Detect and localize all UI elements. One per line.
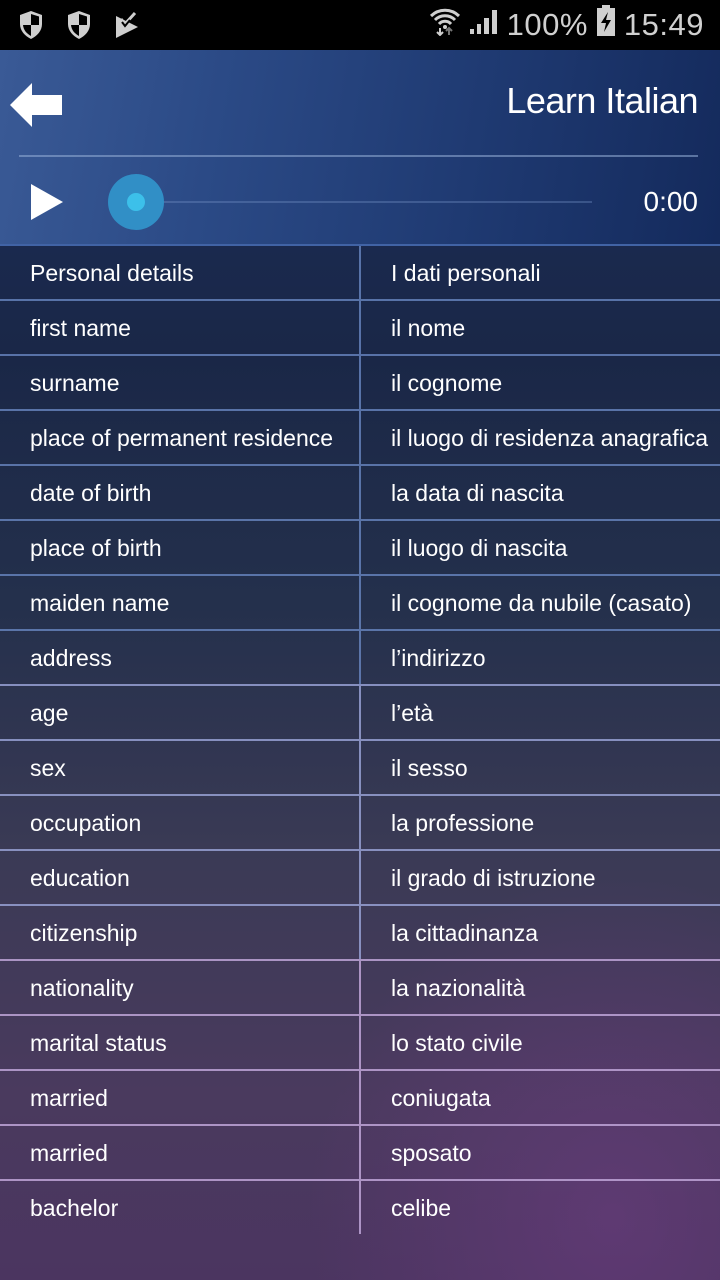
phrase-english: maiden name bbox=[30, 590, 170, 616]
back-arrow-icon bbox=[10, 83, 62, 127]
phrase-italian: la cittadinanza bbox=[359, 906, 720, 959]
phrase-row[interactable]: occupation la professione bbox=[0, 794, 720, 849]
notification-icons bbox=[18, 10, 140, 40]
header: Learn Italian 0:00 bbox=[0, 50, 720, 244]
shield-icon bbox=[18, 10, 44, 40]
phrase-italian: la nazionalità bbox=[359, 961, 720, 1014]
app-screen: Learn Italian 0:00 Personal details I dat… bbox=[0, 50, 720, 1280]
phrase-row[interactable]: married sposato bbox=[0, 1124, 720, 1179]
phrase-english: sex bbox=[30, 755, 66, 781]
seek-thumb-center bbox=[127, 193, 145, 211]
phrase-italian: celibe bbox=[359, 1181, 720, 1234]
phrase-english: education bbox=[30, 865, 130, 891]
phrase-english: bachelor bbox=[30, 1195, 119, 1221]
header-divider bbox=[19, 155, 698, 157]
system-indicators: 100% 15:49 bbox=[429, 5, 704, 45]
phrase-english: age bbox=[30, 700, 69, 726]
phrase-italian: il sesso bbox=[359, 741, 720, 794]
phrase-row[interactable]: place of permanent residence il luogo di … bbox=[0, 409, 720, 464]
play-button[interactable] bbox=[28, 182, 66, 222]
play-store-check-icon bbox=[114, 10, 140, 40]
phrase-english: address bbox=[30, 645, 112, 671]
page-title: Learn Italian bbox=[506, 80, 698, 121]
phrase-italian: coniugata bbox=[359, 1071, 720, 1124]
phrase-english: place of permanent residence bbox=[30, 425, 334, 451]
phrase-row[interactable]: first name il nome bbox=[0, 299, 720, 354]
seek-thumb[interactable] bbox=[108, 174, 164, 230]
playback-time: 0:00 bbox=[643, 186, 699, 217]
phrase-italian: I dati personali bbox=[359, 246, 720, 299]
phrase-row[interactable]: education il grado di istruzione bbox=[0, 849, 720, 904]
phrase-italian: il nome bbox=[359, 301, 720, 354]
phrase-row[interactable]: surname il cognome bbox=[0, 354, 720, 409]
phrase-row[interactable]: married coniugata bbox=[0, 1069, 720, 1124]
phrase-italian: l’età bbox=[359, 686, 720, 739]
phrase-italian: il luogo di residenza anagrafica bbox=[359, 411, 720, 464]
seek-bar[interactable] bbox=[136, 201, 592, 203]
phrase-english: marital status bbox=[30, 1030, 167, 1056]
phrase-english: occupation bbox=[30, 810, 142, 836]
signal-icon bbox=[469, 7, 499, 43]
clock: 15:49 bbox=[623, 7, 704, 42]
phrase-italian: l’indirizzo bbox=[359, 631, 720, 684]
phrase-english: surname bbox=[30, 370, 120, 396]
phrase-row[interactable]: age l’età bbox=[0, 684, 720, 739]
phrase-italian: lo stato civile bbox=[359, 1016, 720, 1069]
battery-percent: 100% bbox=[506, 7, 588, 42]
play-icon bbox=[31, 184, 63, 220]
phrase-row[interactable]: bachelor celibe bbox=[0, 1179, 720, 1234]
phrase-italian: la professione bbox=[359, 796, 720, 849]
back-button[interactable] bbox=[8, 80, 66, 130]
phrase-row[interactable]: sex il sesso bbox=[0, 739, 720, 794]
phrase-row[interactable]: marital status lo stato civile bbox=[0, 1014, 720, 1069]
phrase-row[interactable]: Personal details I dati personali bbox=[0, 244, 720, 299]
phrase-italian: il grado di istruzione bbox=[359, 851, 720, 904]
battery-charging-icon bbox=[596, 5, 616, 45]
phrase-english: nationality bbox=[30, 975, 134, 1001]
phrase-row[interactable]: citizenship la cittadinanza bbox=[0, 904, 720, 959]
shield-icon bbox=[66, 10, 92, 40]
phrase-italian: il cognome bbox=[359, 356, 720, 409]
phrase-row[interactable]: nationality la nazionalità bbox=[0, 959, 720, 1014]
phrase-english: married bbox=[30, 1140, 108, 1166]
phrase-italian: il cognome da nubile (casato) bbox=[359, 576, 720, 629]
phrase-english: date of birth bbox=[30, 480, 152, 506]
phrase-english: first name bbox=[30, 315, 131, 341]
phrase-row[interactable]: address l’indirizzo bbox=[0, 629, 720, 684]
phrase-italian: il luogo di nascita bbox=[359, 521, 720, 574]
phrase-english: place of birth bbox=[30, 535, 162, 561]
phrase-italian: sposato bbox=[359, 1126, 720, 1179]
phrase-table: Personal details I dati personali first na… bbox=[0, 244, 720, 1234]
phrase-english: citizenship bbox=[30, 920, 138, 946]
phrase-english: Personal details bbox=[30, 260, 194, 286]
wifi-icon bbox=[429, 6, 461, 44]
phrase-english: married bbox=[30, 1085, 108, 1111]
phrase-row[interactable]: date of birth la data di nascita bbox=[0, 464, 720, 519]
status-bar: 100% 15:49 bbox=[0, 0, 720, 50]
phrase-row[interactable]: maiden name il cognome da nubile (casato) bbox=[0, 574, 720, 629]
phrase-row[interactable]: place of birth il luogo di nascita bbox=[0, 519, 720, 574]
phrase-italian: la data di nascita bbox=[359, 466, 720, 519]
